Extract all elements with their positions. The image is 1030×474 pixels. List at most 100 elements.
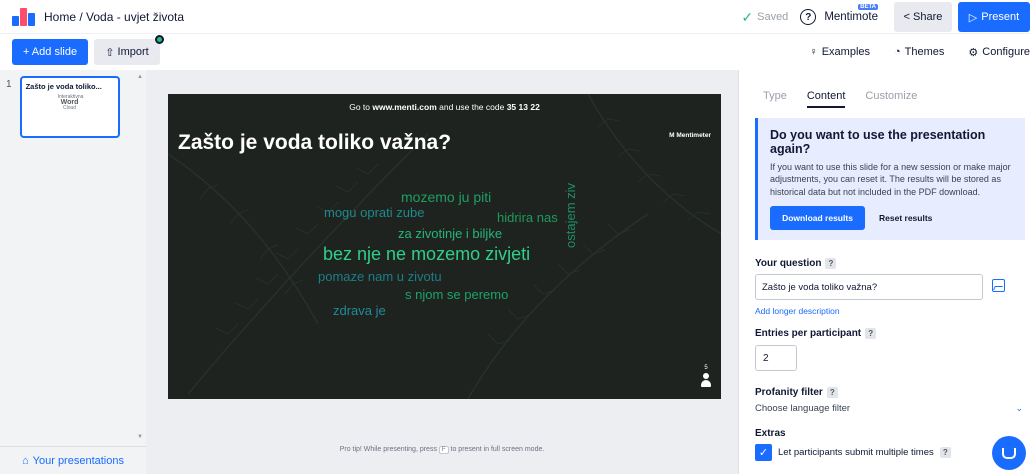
slides-scrollbar[interactable]: ▲ ▼	[136, 72, 144, 442]
upload-icon: ⇧	[105, 46, 115, 59]
slide-preview[interactable]: Go to www.menti.com and use the code 35 …	[168, 94, 721, 399]
canvas-scrollbar[interactable]	[730, 70, 738, 474]
mentimeter-brand: M Mentimeter	[669, 132, 711, 139]
participant-count-value: 5	[704, 365, 708, 371]
word-cloud-word: ostajem ziv	[563, 182, 578, 248]
mentimeter-logo-icon[interactable]	[12, 7, 36, 26]
themes-button[interactable]: ◔ Themes	[894, 46, 944, 58]
word-cloud-word: pomaze nam u zivotu	[318, 269, 442, 284]
word-cloud-word: zdrava je	[333, 303, 386, 318]
palette-icon: ◔	[894, 46, 901, 58]
multiple-submissions-checkbox[interactable]: ✓	[755, 444, 772, 461]
chat-support-button[interactable]	[992, 436, 1026, 470]
configure-label: Configure	[982, 46, 1030, 58]
slide-canvas-area: Go to www.menti.com and use the code 35 …	[146, 70, 738, 474]
chat-icon	[1002, 447, 1016, 459]
profanity-label: Profanity filter ?	[755, 387, 838, 398]
help-icon[interactable]: ?	[865, 328, 877, 339]
saved-label: Saved	[757, 11, 789, 23]
add-slide-button[interactable]: + Add slide	[12, 39, 88, 65]
share-button[interactable]: < Share	[894, 2, 952, 32]
examples-button[interactable]: ♀ Examples	[809, 46, 870, 58]
info-body: If you want to use this slide for a new …	[770, 162, 1011, 197]
mentimote-label: Mentimote	[824, 11, 878, 23]
settings-tabs: Type Content Customize	[763, 90, 917, 108]
reset-info-box: Do you want to use the presentation agai…	[755, 118, 1025, 240]
share-icon: <	[903, 11, 911, 23]
check-icon: ✓	[741, 8, 754, 25]
pro-tip-suffix: to present in full screen mode.	[448, 446, 545, 453]
themes-label: Themes	[904, 46, 945, 58]
editor-toolbar: + Add slide ⇧ Import ♀ Examples ◔ Themes…	[0, 34, 1030, 70]
slide-question-title: Zašto je voda toliko važna?	[178, 131, 452, 154]
slide-thumbnail[interactable]: Zašto je voda toliko... Interaktivna Wor…	[19, 76, 120, 138]
entries-text: Entries per participant	[755, 328, 862, 339]
scroll-down-icon[interactable]: ▼	[137, 434, 143, 440]
chevron-down-icon: ⌄	[1015, 403, 1023, 413]
your-presentations-link[interactable]: ⌂ Your presentations	[0, 446, 146, 474]
thumb-line-3: Cloud	[63, 105, 77, 111]
your-presentations-label: Your presentations	[32, 454, 124, 467]
join-instruction-prefix: Go to	[349, 102, 373, 112]
pro-tip: Pro tip! While presenting, press F to pr…	[146, 446, 738, 454]
play-icon: ▷	[968, 11, 978, 24]
share-label: Share	[913, 11, 943, 23]
mentimote-button[interactable]: Mentimote BETA	[824, 4, 878, 23]
word-cloud-word: hidrira nas	[497, 210, 558, 225]
entries-label: Entries per participant ?	[755, 328, 877, 339]
participant-count: 5	[701, 365, 711, 387]
help-icon[interactable]: ?	[826, 387, 838, 398]
join-instruction: Go to www.menti.com and use the code 35 …	[168, 102, 721, 112]
scroll-up-icon[interactable]: ▲	[137, 74, 143, 80]
reset-results-button[interactable]: Reset results	[879, 213, 932, 223]
keyboard-key: F	[438, 446, 449, 454]
brand-label: Mentimeter	[676, 132, 711, 139]
slide-list-item[interactable]: 1 Zašto je voda toliko... Interaktivna W…	[6, 76, 120, 138]
question-input[interactable]: Zašto je voda toliko važna?	[755, 274, 983, 300]
help-icon[interactable]: ?	[800, 9, 817, 25]
info-title: Do you want to use the presentation agai…	[770, 128, 986, 156]
saved-status: ✓ Saved	[741, 9, 788, 26]
word-cloud-icon: Interaktivna Word Cloud	[58, 95, 84, 111]
help-icon[interactable]: ?	[825, 258, 837, 269]
lightbulb-icon: ♀	[809, 46, 818, 58]
image-icon[interactable]	[992, 279, 1005, 292]
add-longer-description-link[interactable]: Add longer description	[755, 306, 840, 316]
examples-label: Examples	[821, 46, 871, 58]
download-results-button[interactable]: Download results	[770, 205, 865, 230]
extras-text: Extras	[755, 428, 786, 439]
notification-dot	[155, 35, 164, 44]
gear-icon: ⚙	[968, 46, 979, 59]
join-url: www.menti.com	[372, 102, 437, 112]
join-code: 35 13 22	[506, 102, 540, 112]
tab-type[interactable]: Type	[763, 90, 787, 108]
home-icon: ⌂	[22, 454, 29, 467]
profanity-select-value: Choose language filter	[755, 403, 851, 414]
slide-number: 1	[6, 79, 12, 90]
word-cloud-word: mozemo ju piti	[401, 189, 492, 205]
multiple-submissions-option[interactable]: ✓ Let participants submit multiple times…	[755, 444, 951, 461]
word-cloud-word: za zivotinje i biljke	[398, 226, 503, 241]
extras-label: Extras	[755, 428, 786, 439]
present-label: Present	[981, 11, 1020, 23]
present-button[interactable]: ▷ Present	[958, 2, 1030, 32]
help-icon[interactable]: ?	[939, 447, 951, 458]
top-bar: Home / Voda - uvjet života ✓ Saved ? Men…	[0, 0, 1030, 34]
join-instruction-mid: and use the code	[436, 102, 507, 112]
import-button[interactable]: ⇧ Import	[94, 35, 164, 65]
word-cloud-word: mogu oprati zube	[324, 205, 425, 220]
profanity-text: Profanity filter	[755, 387, 823, 398]
word-cloud-word: bez nje ne mozemo zivjeti	[323, 244, 531, 264]
configure-button[interactable]: ⚙ Configure	[968, 46, 1030, 59]
word-cloud-word: s njom se peremo	[405, 287, 509, 302]
slide-settings-panel: Type Content Customize Do you want to us…	[738, 70, 1030, 474]
slide-thumbnail-title: Zašto je voda toliko...	[25, 82, 102, 91]
beta-badge: BETA	[858, 4, 878, 10]
import-label: Import	[117, 46, 149, 58]
entries-input[interactable]: 2	[755, 345, 797, 371]
tab-customize[interactable]: Customize	[865, 90, 917, 108]
your-question-label: Your question ?	[755, 258, 837, 269]
tab-content[interactable]: Content	[806, 90, 846, 108]
breadcrumb[interactable]: Home / Voda - uvjet života	[44, 10, 184, 24]
profanity-filter-select[interactable]: Choose language filter ⌄	[755, 403, 1023, 414]
